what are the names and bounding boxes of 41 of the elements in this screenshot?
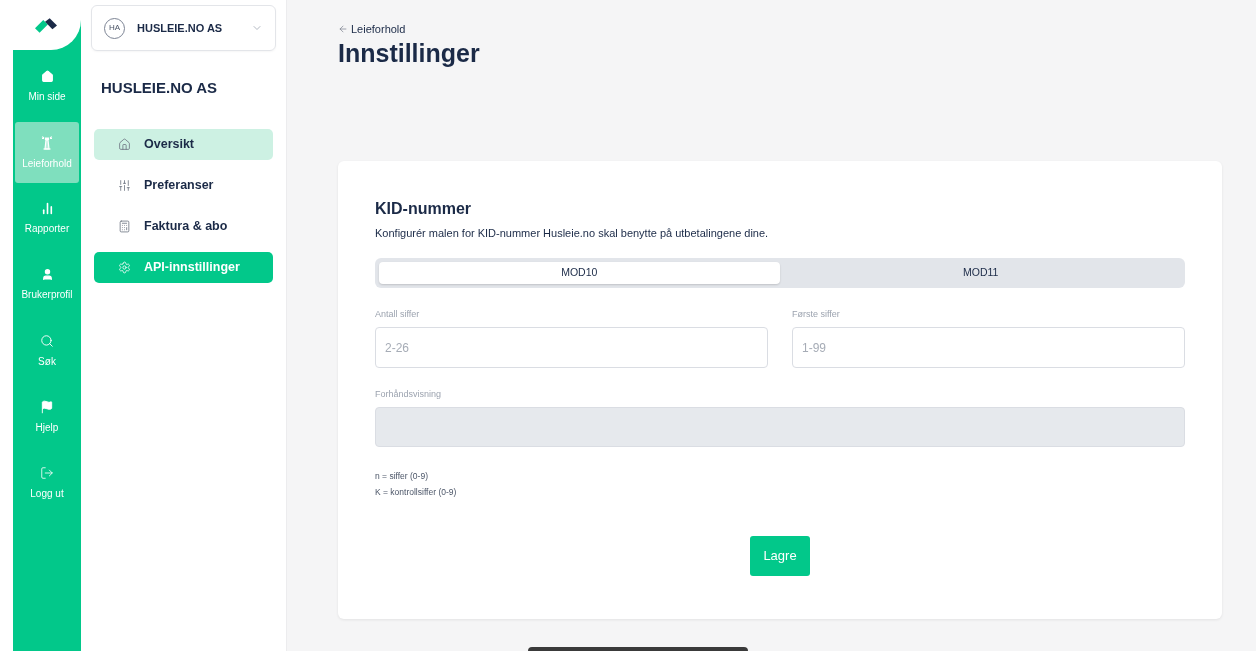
save-button[interactable]: Lagre bbox=[750, 536, 810, 576]
card-title: KID-nummer bbox=[375, 199, 471, 219]
sliders-icon bbox=[118, 179, 131, 192]
search-icon bbox=[40, 333, 54, 348]
organization-title: HUSLEIE.NO AS bbox=[100, 79, 219, 97]
page-title: Innstillinger bbox=[338, 38, 480, 68]
sidebar-item[interactable]: Faktura & abo bbox=[94, 211, 273, 242]
card-description: Konfigurér malen for KID-nummer Husleie.no skal benytte på utbetalingene dine. bbox=[375, 226, 769, 240]
back-link[interactable]: Leieforhold bbox=[338, 22, 406, 36]
legend-note: n = siffer (0-9) bbox=[375, 470, 428, 482]
logout-icon bbox=[40, 465, 54, 480]
sidebar-item[interactable]: Preferanser bbox=[94, 170, 273, 201]
gear-icon bbox=[118, 261, 131, 274]
organization-name: HUSLEIE.NO AS bbox=[137, 20, 224, 36]
logo[interactable] bbox=[35, 17, 57, 33]
user-icon bbox=[40, 268, 54, 281]
nav-rail-item[interactable]: Søk bbox=[15, 320, 79, 381]
sidebar-item[interactable]: API-innstillinger bbox=[94, 252, 273, 283]
calculator-icon bbox=[118, 220, 131, 233]
mode-tab[interactable]: MOD10 bbox=[379, 262, 780, 284]
nav-rail-item[interactable]: Rapporter bbox=[15, 188, 79, 249]
mode-tab[interactable]: MOD11 bbox=[780, 262, 1181, 284]
lighthouse-icon bbox=[41, 135, 53, 150]
nav-rail-item[interactable]: Leieforhold bbox=[15, 122, 79, 183]
nav-rail-item[interactable]: Logg ut bbox=[15, 452, 79, 513]
house-icon bbox=[118, 138, 131, 151]
legend-note: K = kontrollsiffer (0-9) bbox=[375, 486, 457, 498]
number-input[interactable]: 1-99 bbox=[792, 327, 1185, 368]
field-label: Antall siffer bbox=[375, 308, 420, 320]
arrow-left-icon bbox=[338, 24, 348, 34]
bar-chart-icon bbox=[40, 202, 54, 215]
nav-rail-item[interactable]: Min side bbox=[15, 56, 79, 117]
preview-label: Forhåndsvisning bbox=[375, 388, 442, 400]
organization-switcher[interactable]: HA HUSLEIE.NO AS bbox=[91, 5, 276, 51]
number-input[interactable]: 2-26 bbox=[375, 327, 768, 368]
home-icon bbox=[40, 70, 54, 83]
nav-rail-item[interactable]: Hjelp bbox=[15, 386, 79, 447]
field-label: Første siffer bbox=[792, 308, 840, 320]
sidebar-item[interactable]: Oversikt bbox=[94, 129, 273, 160]
nav-rail-item[interactable]: Brukerprofil bbox=[15, 254, 79, 315]
flag-icon bbox=[40, 399, 54, 414]
